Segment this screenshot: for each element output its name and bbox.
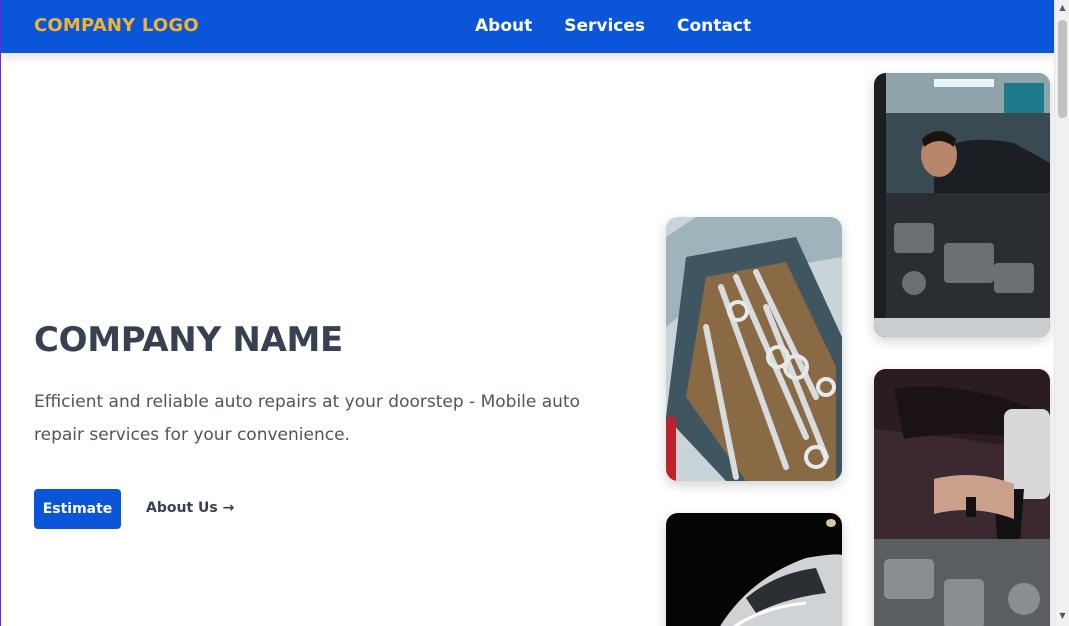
oil-change-image xyxy=(874,369,1050,626)
nav-link-contact[interactable]: Contact xyxy=(677,16,751,36)
nav-link-about[interactable]: About xyxy=(475,16,532,36)
nav-links: About Services Contact xyxy=(475,16,751,36)
car-image xyxy=(666,513,842,626)
estimate-button[interactable]: Estimate xyxy=(34,489,121,529)
scroll-up-icon[interactable]: ▲ xyxy=(1055,2,1069,14)
page-viewport: COMPANY LOGO About Services Contact COMP… xyxy=(0,0,1054,626)
navbar: COMPANY LOGO About Services Contact xyxy=(1,0,1054,53)
hero-description: Efficient and reliable auto repairs at y… xyxy=(34,392,581,445)
mechanic-image xyxy=(874,73,1050,337)
tools-drawer-image xyxy=(666,217,842,481)
vertical-scrollbar[interactable]: ▲ ▼ xyxy=(1054,0,1069,626)
company-logo[interactable]: COMPANY LOGO xyxy=(34,15,199,36)
scroll-down-icon[interactable]: ▼ xyxy=(1055,610,1069,622)
scrollbar-thumb[interactable] xyxy=(1058,20,1067,118)
about-us-link[interactable]: About Us → xyxy=(146,500,234,516)
hero-title: COMPANY NAME xyxy=(34,320,343,360)
nav-link-services[interactable]: Services xyxy=(564,16,645,36)
